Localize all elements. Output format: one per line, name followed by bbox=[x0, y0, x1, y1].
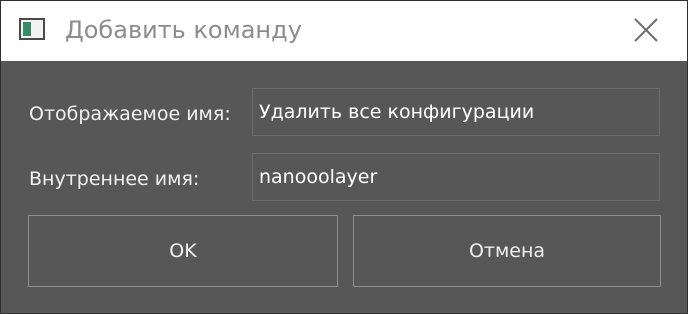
window-title: Добавить команду bbox=[65, 16, 302, 44]
close-icon bbox=[634, 18, 658, 42]
app-window-icon bbox=[19, 18, 45, 40]
internal-name-label: Внутреннее имя: bbox=[29, 168, 200, 190]
ok-button[interactable]: OK bbox=[28, 215, 338, 287]
title-bar[interactable]: Добавить команду bbox=[1, 1, 687, 61]
cancel-button[interactable]: Отмена bbox=[353, 215, 661, 287]
cancel-button-label: Отмена bbox=[468, 240, 546, 262]
app-icon-panel bbox=[23, 22, 31, 36]
display-name-label: Отображаемое имя: bbox=[29, 103, 231, 125]
ok-button-label: OK bbox=[169, 240, 197, 262]
close-button[interactable] bbox=[625, 13, 667, 47]
internal-name-field[interactable]: nanooolayer bbox=[252, 153, 660, 201]
display-name-field[interactable]: Удалить все конфигурации bbox=[252, 88, 660, 136]
add-command-dialog: Добавить команду Отображаемое имя: Удали… bbox=[0, 0, 688, 314]
